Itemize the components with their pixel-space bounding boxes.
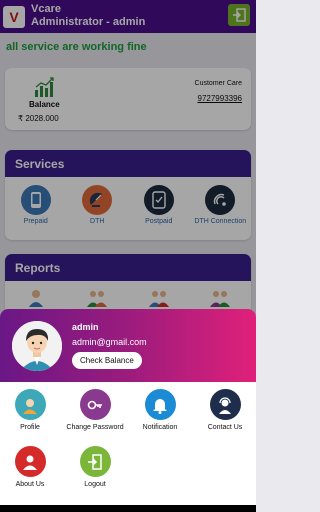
system-nav-bar xyxy=(0,505,256,512)
profile-email: admin@gmail.com xyxy=(72,337,147,347)
avatar xyxy=(12,321,62,371)
menu-item-notification[interactable]: Notification xyxy=(130,389,190,432)
about-user-icon xyxy=(14,446,46,477)
menu-item-logout[interactable]: Logout xyxy=(65,446,125,489)
user-avatar-icon xyxy=(12,321,62,371)
menu-item-about-us[interactable]: About Us xyxy=(0,446,60,489)
bell-icon xyxy=(144,389,176,420)
menu-item-profile[interactable]: Profile xyxy=(0,389,60,432)
menu-item-change-password[interactable]: Change Password xyxy=(65,389,125,432)
menu-item-contact-us[interactable]: Contact Us xyxy=(195,389,255,432)
menu-label: Profile xyxy=(20,424,40,431)
profile-bottom-sheet: admin admin@gmail.com Check Balance Prof… xyxy=(0,309,256,505)
key-icon xyxy=(79,389,111,420)
support-agent-icon xyxy=(209,389,241,420)
menu-label: About Us xyxy=(15,481,45,488)
profile-icon xyxy=(14,389,46,420)
profile-name: admin xyxy=(72,322,99,332)
menu-label: Contact Us xyxy=(207,424,243,431)
menu-label: Change Password xyxy=(66,424,124,431)
profile-header: admin admin@gmail.com Check Balance xyxy=(0,309,256,382)
menu-label: Logout xyxy=(84,481,106,488)
check-balance-button[interactable]: Check Balance xyxy=(72,352,142,369)
menu-label: Notification xyxy=(142,424,178,431)
logout-icon xyxy=(79,446,111,477)
